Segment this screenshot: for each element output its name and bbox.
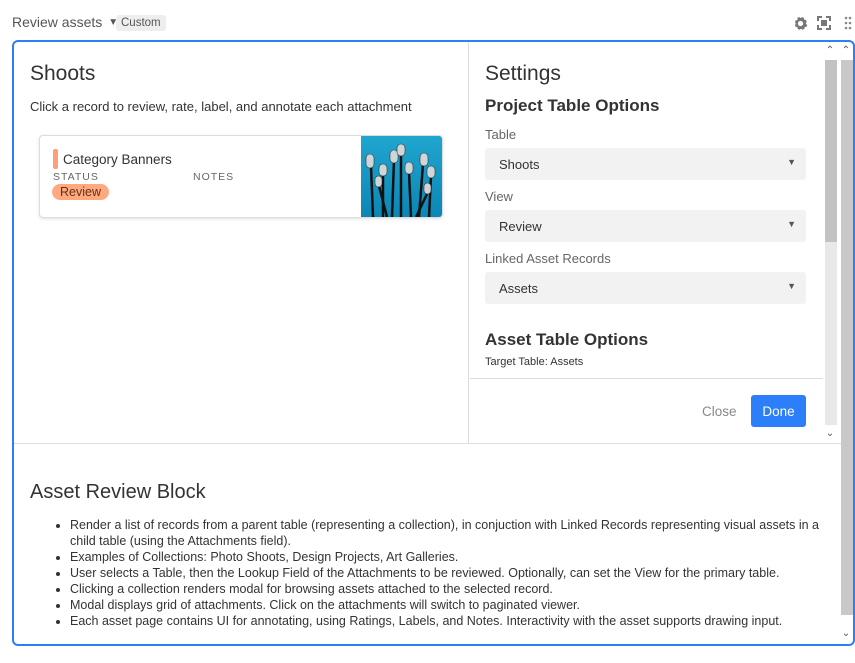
linked-asset-records-select[interactable]: Assets ▼ [485, 272, 806, 304]
settings-scrollbar[interactable]: ⌃ ⌄ [823, 42, 837, 443]
description-list: Render a list of records from a parent t… [53, 517, 828, 629]
section-divider [14, 443, 853, 444]
shoots-title: Shoots [30, 62, 96, 85]
asset-table-options-heading: Asset Table Options [485, 330, 649, 349]
list-item: Clicking a collection renders modal for … [70, 581, 828, 597]
description-title: Asset Review Block [30, 481, 206, 503]
done-button[interactable]: Done [751, 395, 806, 427]
fullscreen-icon[interactable] [816, 15, 832, 31]
table-select-value: Shoots [499, 157, 540, 172]
table-field-label: Table [485, 127, 517, 142]
scroll-up-icon[interactable]: ⌃ [839, 44, 853, 58]
notes-field-label: NOTES [193, 171, 235, 183]
chevron-down-icon: ▼ [787, 281, 796, 291]
record-thumbnail-image [361, 136, 442, 217]
view-field-label: View [485, 189, 513, 204]
list-item: Modal displays grid of attachments. Clic… [70, 597, 828, 613]
linked-asset-records-label: Linked Asset Records [485, 251, 611, 266]
list-item: User selects a Table, then the Lookup Fi… [70, 565, 828, 581]
shoots-pane: Shoots Click a record to review, rate, l… [14, 42, 469, 443]
table-select[interactable]: Shoots ▼ [485, 148, 806, 180]
settings-footer-divider [470, 378, 823, 379]
block-title: Review assets [12, 14, 103, 30]
record-name: Category Banners [63, 152, 172, 167]
status-field-label: STATUS [53, 171, 99, 183]
scroll-up-icon[interactable]: ⌃ [823, 44, 837, 58]
block-title-dropdown[interactable]: Review assets ▼ [12, 14, 118, 30]
block-frame: Shoots Click a record to review, rate, l… [12, 40, 855, 646]
settings-pane: Settings Project Table Options Table Sho… [470, 42, 823, 443]
target-table-text: Target Table: Assets [485, 356, 584, 368]
close-button[interactable]: Close [702, 404, 737, 419]
list-item: Each asset page contains UI for annotati… [70, 613, 828, 629]
scroll-down-icon[interactable]: ⌄ [839, 627, 853, 641]
scroll-down-icon[interactable]: ⌄ [823, 427, 837, 441]
linked-asset-records-value: Assets [499, 281, 539, 296]
chevron-down-icon: ▼ [787, 157, 796, 167]
list-item: Examples of Collections: Photo Shoots, D… [70, 549, 828, 565]
settings-title: Settings [485, 62, 561, 85]
scroll-thumb[interactable] [825, 60, 837, 242]
project-table-options-heading: Project Table Options [485, 96, 660, 115]
view-select-value: Review [499, 219, 542, 234]
record-color-bar [53, 149, 58, 169]
scroll-thumb[interactable] [841, 60, 853, 615]
list-item: Render a list of records from a parent t… [70, 517, 828, 549]
gear-icon[interactable] [792, 15, 808, 31]
drag-handle-icon[interactable] [842, 15, 854, 31]
status-badge: Review [52, 184, 109, 200]
custom-badge: Custom [116, 15, 166, 31]
view-select[interactable]: Review ▼ [485, 210, 806, 242]
block-header: Review assets ▼ Custom [0, 0, 855, 40]
record-card[interactable]: Category Banners STATUS NOTES Review [39, 135, 443, 218]
shoots-subtitle: Click a record to review, rate, label, a… [30, 99, 412, 114]
chevron-down-icon: ▼ [787, 219, 796, 229]
block-scrollbar[interactable]: ⌃ ⌄ [839, 42, 853, 644]
